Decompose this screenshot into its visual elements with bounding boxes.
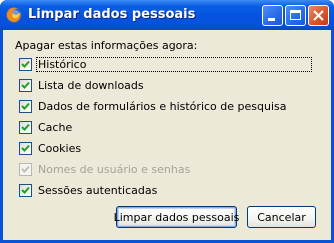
checkbox: [19, 162, 32, 176]
window-title: Limpar dados pessoais: [28, 7, 196, 22]
checkbox-label: Cache: [38, 120, 73, 134]
checkbox[interactable]: [19, 57, 32, 71]
checkbox[interactable]: [19, 99, 32, 113]
checkbox-label: Nomes de usuário e senhas: [38, 162, 191, 176]
checkbox-label: Sessões autenticadas: [38, 183, 158, 197]
option-cache[interactable]: Cache: [19, 119, 72, 135]
options-heading: Apagar estas informações agora:: [15, 39, 198, 52]
checkmark-icon: [21, 123, 30, 131]
checkmark-icon: [21, 144, 30, 152]
checkbox-label: Cookies: [38, 141, 82, 155]
maximize-icon: [290, 10, 301, 20]
close-icon: [313, 10, 324, 21]
checkbox[interactable]: [19, 120, 32, 134]
close-button[interactable]: [308, 5, 329, 26]
option-sessions[interactable]: Sessões autenticadas: [19, 182, 157, 198]
checkbox-label: Histórico: [38, 57, 87, 71]
cancel-button[interactable]: Cancelar: [247, 206, 316, 228]
checkbox-label: Dados de formulários e histórico de pesq…: [38, 99, 287, 113]
dialog-window: Limpar dados pessoais Apagar estas infor…: [0, 0, 334, 243]
option-form-data[interactable]: Dados de formulários e histórico de pesq…: [19, 98, 286, 114]
checkmark-icon: [21, 81, 30, 89]
firefox-icon: [5, 6, 23, 24]
checkbox[interactable]: [19, 183, 32, 197]
minimize-icon: [268, 18, 275, 21]
checkbox[interactable]: [19, 141, 32, 155]
checkmark-icon: [21, 165, 30, 173]
option-downloads[interactable]: Lista de downloads: [19, 77, 144, 93]
checkbox-label: Lista de downloads: [38, 78, 144, 92]
option-history[interactable]: Histórico: [19, 56, 86, 72]
title-bar[interactable]: Limpar dados pessoais: [0, 0, 334, 30]
minimize-button[interactable]: [262, 5, 283, 26]
checkmark-icon: [21, 186, 30, 194]
option-passwords: Nomes de usuário e senhas: [19, 161, 190, 177]
clear-data-button[interactable]: Limpar dados pessoais: [114, 206, 239, 228]
checkmark-icon: [21, 60, 30, 68]
checkmark-icon: [21, 102, 30, 110]
dialog-body: Apagar estas informações agora: Históric…: [3, 30, 331, 240]
option-cookies[interactable]: Cookies: [19, 140, 81, 156]
maximize-button[interactable]: [285, 5, 306, 26]
checkbox[interactable]: [19, 78, 32, 92]
